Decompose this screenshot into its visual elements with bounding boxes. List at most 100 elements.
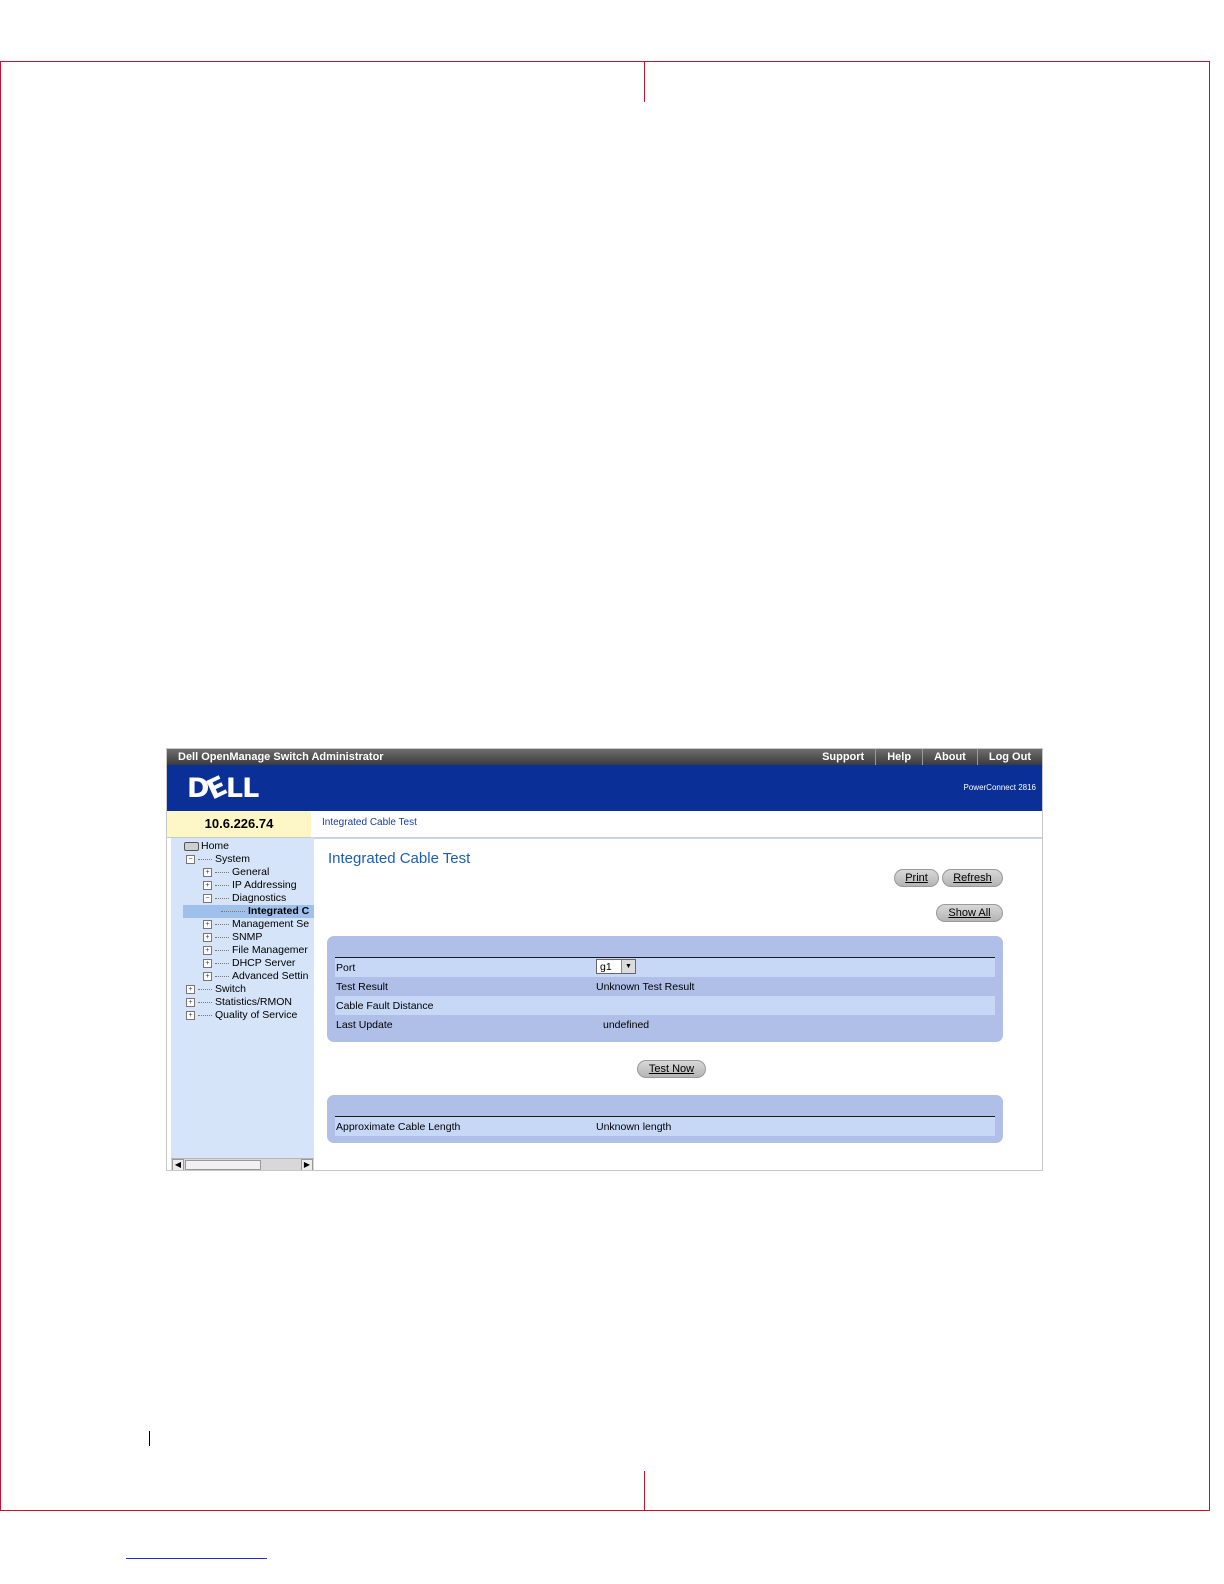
expand-icon[interactable]: + [203, 880, 212, 890]
crop-mark-left [0, 61, 1, 1511]
fault-distance-row: Cable Fault Distance [335, 996, 995, 1015]
expand-icon[interactable]: + [203, 945, 212, 955]
cable-test-panel: Port g1 ▼ Test Result Unknown Test Resul… [327, 936, 1003, 1042]
last-update-row: Last Update undefined [335, 1015, 995, 1034]
test-result-row: Test Result Unknown Test Result [335, 977, 995, 996]
tree-connector [198, 1014, 212, 1016]
main-content: Integrated Cable Test Print Refresh Show… [314, 839, 1042, 1170]
tree-item-management-security[interactable]: + Management Se [203, 918, 309, 930]
test-now-button[interactable]: Test Now [637, 1060, 706, 1078]
scroll-thumb[interactable] [185, 1160, 261, 1170]
port-value: g1 [600, 961, 612, 973]
port-select[interactable]: g1 ▼ [596, 959, 636, 974]
tree-item-qos[interactable]: + Quality of Service [186, 1009, 297, 1021]
top-nav: Support Help About Log Out [811, 749, 1042, 765]
tree-label: Diagnostics [232, 892, 287, 904]
tree-item-ip-addressing[interactable]: + IP Addressing [203, 879, 297, 891]
cable-length-value: Unknown length [596, 1121, 672, 1133]
show-all-button[interactable]: Show All [936, 904, 1003, 922]
page-title: Integrated Cable Test [328, 850, 471, 867]
breadcrumb-bar: Integrated Cable Test [311, 811, 1042, 839]
port-row: Port g1 ▼ [335, 958, 995, 977]
tree-connector [215, 923, 229, 925]
support-link[interactable]: Support [811, 749, 875, 765]
help-link[interactable]: Help [875, 749, 922, 765]
tree-connector [215, 962, 229, 964]
refresh-button[interactable]: Refresh [942, 869, 1003, 887]
breadcrumb: Integrated Cable Test [322, 817, 417, 828]
tree-connector [198, 1001, 212, 1003]
crop-mark-right [1209, 61, 1210, 1511]
tree-item-integrated-cable-test[interactable]: Integrated C [221, 905, 309, 917]
footnote-rule [126, 1558, 267, 1559]
crop-mark-bottom [0, 1510, 1210, 1511]
tree-item-general[interactable]: + General [203, 866, 269, 878]
tree-horizontal-scrollbar[interactable]: ◀ ▶ [171, 1158, 314, 1170]
tree-item-statistics[interactable]: + Statistics/RMON [186, 996, 292, 1008]
home-icon [184, 841, 199, 851]
scroll-right-icon[interactable]: ▶ [301, 1159, 313, 1170]
switch-admin-window: Dell OpenManage Switch Administrator Sup… [166, 748, 1043, 1171]
tree-label: Statistics/RMON [215, 996, 293, 1008]
last-update-value: undefined [603, 1019, 650, 1031]
margin-bar [149, 1431, 150, 1446]
test-result-value: Unknown Test Result [596, 981, 695, 993]
tree-connector [215, 884, 229, 886]
banner: DELL PowerConnect 2816 [167, 765, 1042, 811]
cable-length-label: Approximate Cable Length [336, 1121, 461, 1133]
expand-icon[interactable]: + [186, 997, 195, 1007]
crop-tick-bottom [644, 1471, 645, 1511]
expand-icon[interactable]: + [203, 958, 212, 968]
app-title: Dell OpenManage Switch Administrator [178, 751, 384, 763]
tree-connector [198, 988, 212, 990]
crop-tick-top [644, 62, 645, 102]
expand-icon[interactable]: + [186, 984, 195, 994]
cable-length-row: Approximate Cable Length Unknown length [335, 1117, 995, 1136]
expand-icon[interactable]: + [186, 1010, 195, 1020]
tree-label: Advanced Settin [232, 970, 309, 982]
tree-connector [215, 975, 229, 977]
product-name: PowerConnect 2816 [963, 783, 1037, 792]
tree-connector [198, 858, 212, 860]
tree-connector [221, 910, 245, 912]
top-bar: Dell OpenManage Switch Administrator Sup… [167, 749, 1042, 765]
tree-item-dhcp-server[interactable]: + DHCP Server [203, 957, 295, 969]
tree-item-advanced-settings[interactable]: + Advanced Settin [203, 970, 308, 982]
tree-item-diagnostics[interactable]: − Diagnostics [203, 892, 286, 904]
tree-item-home[interactable]: Home [184, 840, 229, 852]
logout-link[interactable]: Log Out [976, 749, 1042, 765]
tree-label: IP Addressing [232, 879, 297, 891]
tree-label: SNMP [232, 931, 263, 943]
test-result-label: Test Result [336, 981, 388, 993]
last-update-label: Last Update [336, 1019, 393, 1031]
port-label: Port [336, 962, 356, 974]
collapse-icon[interactable]: − [203, 893, 212, 903]
tree-label: Home [201, 840, 230, 852]
chevron-down-icon[interactable]: ▼ [621, 960, 635, 973]
cable-length-panel: Approximate Cable Length Unknown length [327, 1095, 1003, 1143]
tree-item-file-management[interactable]: + File Managemer [203, 944, 308, 956]
expand-icon[interactable]: + [203, 971, 212, 981]
dell-logo: DELL [187, 770, 259, 807]
expand-icon[interactable]: + [203, 932, 212, 942]
about-link[interactable]: About [922, 749, 977, 765]
crop-mark-top [0, 61, 1210, 62]
tree-label: System [215, 853, 251, 865]
fault-distance-label: Cable Fault Distance [336, 1000, 434, 1012]
tree-connector [215, 897, 229, 899]
tree-item-switch[interactable]: + Switch [186, 983, 246, 995]
tree-label: Management Se [232, 918, 310, 930]
print-button[interactable]: Print [894, 869, 939, 887]
tree-item-system[interactable]: − System [186, 853, 250, 865]
tree-connector [215, 936, 229, 938]
tree-item-snmp[interactable]: + SNMP [203, 931, 262, 943]
collapse-icon[interactable]: − [186, 854, 195, 864]
scroll-left-icon[interactable]: ◀ [172, 1159, 184, 1170]
tree-label: Switch [215, 983, 246, 995]
device-ip: 10.6.226.74 [167, 811, 311, 838]
tree-label: DHCP Server [232, 957, 296, 969]
expand-icon[interactable]: + [203, 919, 212, 929]
navigation-tree: Home − System + General + IP Addressing − Di… [171, 838, 314, 1170]
tree-label: Quality of Service [215, 1009, 298, 1021]
expand-icon[interactable]: + [203, 867, 212, 877]
